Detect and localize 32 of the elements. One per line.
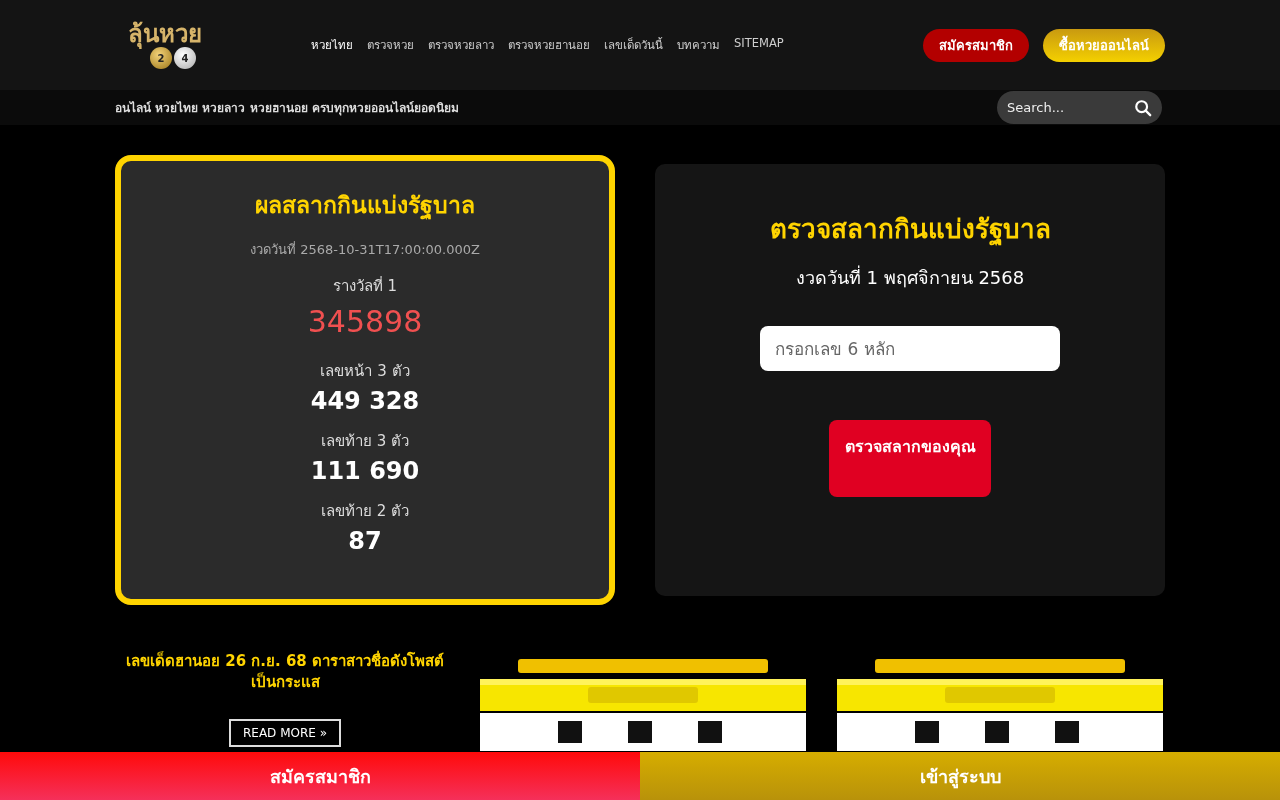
ball-icon: 2: [150, 47, 172, 70]
nav-link[interactable]: ตรวจหวยลาว: [428, 36, 494, 54]
nav-link[interactable]: ตรวจหวยฮานอย: [508, 36, 590, 54]
bottom-button[interactable]: สมัครสมาชิก: [0, 752, 640, 800]
check-button[interactable]: ตรวจสลากของคุณ: [829, 420, 991, 497]
prize-label: เลขท้าย 3 ตัว: [320, 431, 410, 452]
prize-number: 449 328: [310, 387, 420, 415]
read-more-button[interactable]: READ MORE »: [228, 719, 342, 747]
search-icon[interactable]: [1134, 99, 1152, 117]
prize-label: รางวัลที่ 1: [332, 275, 398, 297]
nav-link[interactable]: หวยไทย: [311, 36, 353, 54]
prize-number: 87: [348, 527, 382, 555]
ball-icon: 4: [174, 47, 196, 70]
nav-link[interactable]: ตรวจหวย: [367, 36, 414, 54]
nav-link[interactable]: บทความ: [677, 36, 720, 54]
logo-text: ลุ้นหวย: [128, 20, 202, 48]
card-title: ผลสลากกินแบ่งรัฐบาล: [255, 191, 475, 222]
article-title[interactable]: เลขเด็ดฮานอย 26 ก.ย. 68 ดาราสาวชื่อดังโพสต์เป็นกระแส: [125, 651, 445, 693]
draw-date: งวดวันที่ 2568-10-31T17:00:00.000Z: [250, 240, 480, 259]
header-button[interactable]: สมัครสมาชิก: [923, 28, 1029, 62]
prize-number: 345898: [307, 304, 423, 339]
draw-date: งวดวันที่ 1 พฤศจิกายน 2568: [795, 264, 1025, 290]
nav-link[interactable]: เลขเด็ดวันนี้: [604, 36, 663, 54]
tagline: อนไลน์ หวยไทย หวยลาว หวยฮานอย ครบทุกหวยออนไลน์ยอดนิยม: [115, 100, 459, 117]
number-input-field[interactable]: กรอกเลข 6 หลัก: [760, 326, 1060, 371]
prize-label: เลขท้าย 2 ตัว: [320, 501, 410, 522]
card-title: ตรวจสลากกินแบ่งรัฐบาล: [769, 213, 1051, 248]
prize-number: 111 690: [310, 457, 420, 485]
logo[interactable]: ลุ้นหวย 2 4: [120, 20, 210, 70]
prize-label: เลขหน้า 3 ตัว: [320, 361, 410, 382]
nav-link[interactable]: SITEMAP: [734, 36, 784, 54]
search-field[interactable]: Search...: [997, 91, 1162, 124]
